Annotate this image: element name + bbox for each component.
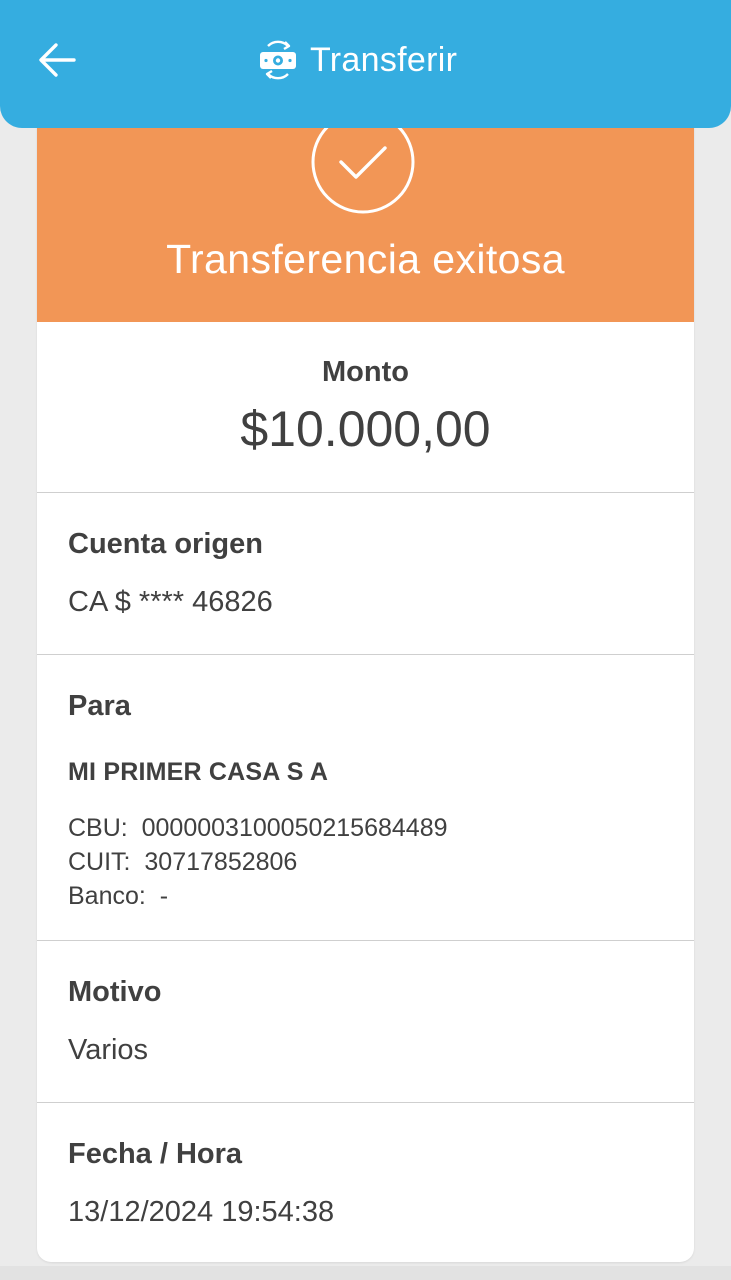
money-transfer-icon xyxy=(260,40,296,80)
recipient-name: MI PRIMER CASA S A xyxy=(68,758,329,786)
arrow-left-icon xyxy=(39,43,76,77)
datetime-value: 13/12/2024 19:54:38 xyxy=(68,1196,335,1228)
success-banner: Transferencia exitosa xyxy=(37,100,694,322)
recipient-cbu: CBU: 0000003100050215684489 xyxy=(68,814,448,842)
transfer-receipt-card: Transferencia exitosa Monto $10.000,00 C… xyxy=(37,100,694,1262)
origin-account-section: Cuenta origen CA $ **** 46826 xyxy=(37,494,694,655)
back-button[interactable] xyxy=(34,36,84,84)
amount-section: Monto $10.000,00 xyxy=(37,322,694,493)
header-title-text: Transferir xyxy=(310,40,458,79)
recipient-bank: Banco: - xyxy=(68,882,169,910)
amount-value: $10.000,00 xyxy=(240,401,491,457)
app-header: Transferir xyxy=(0,0,731,128)
success-title: Transferencia exitosa xyxy=(166,236,565,282)
origin-account-value: CA $ **** 46826 xyxy=(68,586,273,618)
reason-label: Motivo xyxy=(68,976,162,1008)
reason-value: Varios xyxy=(68,1034,149,1066)
recipient-label: Para xyxy=(68,690,131,722)
amount-label: Monto xyxy=(322,356,409,388)
origin-account-label: Cuenta origen xyxy=(68,528,263,560)
datetime-section: Fecha / Hora 13/12/2024 19:54:38 xyxy=(37,1104,694,1262)
reason-section: Motivo Varios xyxy=(37,942,694,1103)
header-title: Transferir xyxy=(258,36,457,84)
recipient-cuit: CUIT: 30717852806 xyxy=(68,848,298,876)
recipient-section: Para MI PRIMER CASA S A CBU: 00000031000… xyxy=(37,656,694,941)
bottom-edge xyxy=(0,1266,731,1280)
datetime-label: Fecha / Hora xyxy=(68,1138,243,1170)
